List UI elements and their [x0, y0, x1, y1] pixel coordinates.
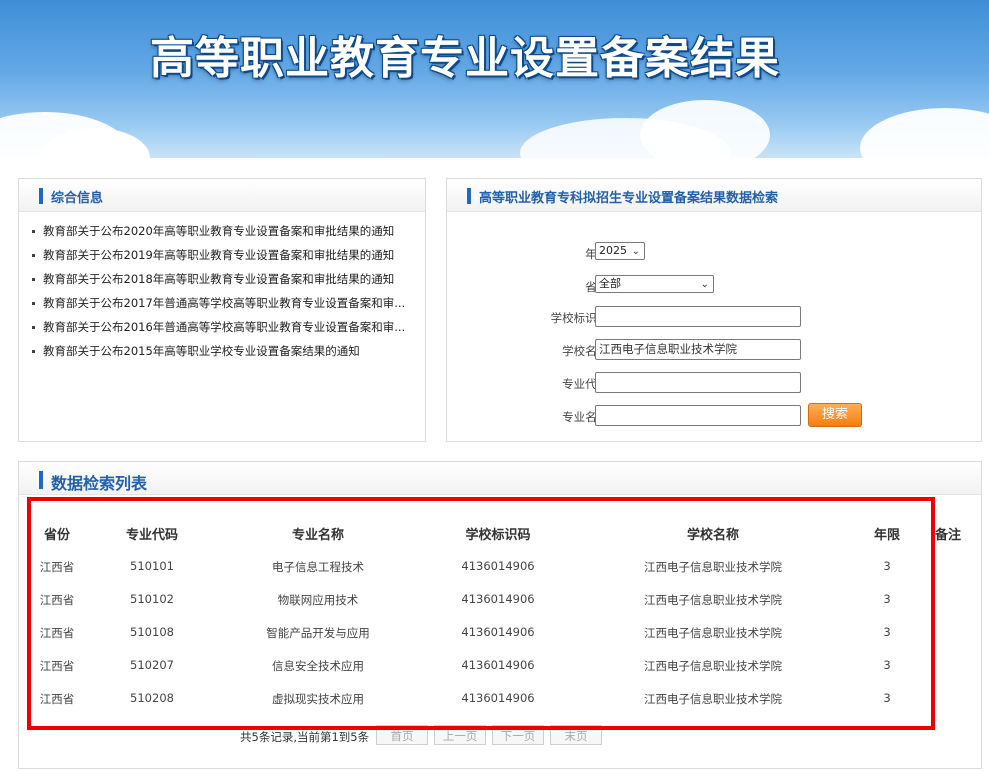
cell-major-name: 物联网应用技术 — [277, 593, 359, 607]
first-page-button[interactable]: 首页 — [376, 725, 428, 745]
year-row: 年份: 2025 ⌄ — [447, 242, 989, 266]
news-panel-header: 综合信息 — [19, 179, 425, 212]
table-row: 江西省 510208 虚拟现实技术应用 4136014906 江西电子信息职业技… — [25, 691, 965, 709]
news-panel: 综合信息 教育部关于公布2020年高等职业教育专业设置备案和审批结果的通知 教育… — [18, 178, 426, 442]
column-header-remarks: 备注 — [934, 528, 962, 543]
cell-years: 3 — [883, 559, 891, 573]
section-marker — [39, 471, 43, 489]
news-link[interactable]: 教育部关于公布2020年高等职业教育专业设置备案和审批结果的通知 — [43, 224, 394, 238]
cell-province: 江西省 — [39, 593, 75, 607]
column-header-major-code: 专业代码 — [125, 528, 179, 543]
search-panel-header: 高等职业教育专科拟招生专业设置备案结果数据检索 — [447, 179, 981, 212]
news-item[interactable]: 教育部关于公布2015年高等职业学校专业设置备案结果的通知 — [31, 339, 419, 363]
cell-major-name: 信息安全技术应用 — [272, 659, 364, 673]
column-header-major-name: 专业名称 — [291, 528, 345, 543]
news-link[interactable]: 教育部关于公布2019年高等职业教育专业设置备案和审批结果的通知 — [43, 248, 394, 262]
cell-school-code: 4136014906 — [461, 625, 535, 639]
chevron-down-icon: ⌄ — [700, 279, 709, 290]
table-row: 江西省 510102 物联网应用技术 4136014906 江西电子信息职业技术… — [25, 592, 965, 610]
major-code-row: 专业代码: — [447, 372, 989, 396]
cell-major-code: 510208 — [130, 691, 174, 705]
cell-province: 江西省 — [39, 692, 75, 706]
table-header: 省份 专业代码 专业名称 学校标识码 学校名称 年限 备注 — [25, 524, 965, 543]
news-item[interactable]: 教育部关于公布2020年高等职业教育专业设置备案和审批结果的通知 — [31, 219, 419, 243]
column-header-school-name: 学校名称 — [686, 528, 740, 543]
province-row: 省份: 全部 ⌄ — [447, 275, 989, 299]
cell-major-code: 510108 — [130, 625, 174, 639]
chevron-down-icon: ⌄ — [631, 246, 640, 257]
table-row: 江西省 510108 智能产品开发与应用 4136014906 江西电子信息职业… — [25, 625, 965, 643]
cell-years: 3 — [883, 592, 891, 606]
prev-page-button[interactable]: 上一页 — [434, 725, 486, 745]
results-panel-title: 数据检索列表 — [51, 474, 148, 493]
search-panel-title: 高等职业教育专科拟招生专业设置备案结果数据检索 — [479, 191, 779, 206]
cell-major-code: 510102 — [130, 592, 174, 606]
news-item[interactable]: 教育部关于公布2018年高等职业教育专业设置备案和审批结果的通知 — [31, 267, 419, 291]
cell-years: 3 — [883, 658, 891, 672]
cell-major-name: 智能产品开发与应用 — [266, 626, 370, 640]
news-link[interactable]: 教育部关于公布2015年高等职业学校专业设置备案结果的通知 — [43, 344, 360, 358]
cloud-decoration — [860, 108, 989, 158]
cell-school-name: 江西电子信息职业技术学院 — [644, 692, 782, 706]
cell-school-name: 江西电子信息职业技术学院 — [644, 659, 782, 673]
results-panel-header: 数据检索列表 — [19, 462, 981, 495]
cell-province: 江西省 — [39, 659, 75, 673]
next-page-button[interactable]: 下一页 — [492, 725, 544, 745]
column-header-school-code: 学校标识码 — [465, 528, 531, 543]
school-code-input[interactable] — [595, 306, 801, 327]
header-banner: 高等职业教育专业设置备案结果 — [0, 0, 989, 158]
news-item[interactable]: 教育部关于公布2016年普通高等学校高等职业教育专业设置备案和审... — [31, 315, 419, 339]
section-marker — [39, 188, 43, 204]
column-header-years: 年限 — [873, 528, 901, 543]
cell-school-code: 4136014906 — [461, 691, 535, 705]
column-header-province: 省份 — [43, 528, 71, 543]
cell-years: 3 — [883, 691, 891, 705]
table-row: 江西省 510207 信息安全技术应用 4136014906 江西电子信息职业技… — [25, 658, 965, 676]
school-name-row: 学校名称: 江西电子信息职业技术学院 — [447, 339, 989, 363]
cell-school-name: 江西电子信息职业技术学院 — [644, 560, 782, 574]
cell-school-name: 江西电子信息职业技术学院 — [644, 593, 782, 607]
province-select[interactable]: 全部 ⌄ — [595, 275, 714, 293]
cell-years: 3 — [883, 625, 891, 639]
news-item[interactable]: 教育部关于公布2017年普通高等学校高等职业教育专业设置备案和审... — [31, 291, 419, 315]
news-link[interactable]: 教育部关于公布2016年普通高等学校高等职业教育专业设置备案和审... — [43, 320, 405, 334]
cell-major-code: 510101 — [130, 559, 174, 573]
major-name-input[interactable] — [595, 405, 801, 426]
cell-school-code: 4136014906 — [461, 559, 535, 573]
news-list: 教育部关于公布2020年高等职业教育专业设置备案和审批结果的通知 教育部关于公布… — [31, 219, 419, 363]
results-panel: 数据检索列表 — [18, 461, 982, 769]
major-code-input[interactable] — [595, 372, 801, 393]
page-title: 高等职业教育专业设置备案结果 — [150, 33, 780, 84]
cell-province: 江西省 — [39, 560, 75, 574]
year-select[interactable]: 2025 ⌄ — [595, 242, 645, 260]
search-button[interactable]: 搜索 — [808, 403, 862, 427]
news-item[interactable]: 教育部关于公布2019年高等职业教育专业设置备案和审批结果的通知 — [31, 243, 419, 267]
province-value: 全部 — [599, 277, 621, 290]
pagination: 共5条记录,当前第1到5条 首页 上一页 下一页 末页 — [240, 725, 640, 747]
news-link[interactable]: 教育部关于公布2017年普通高等学校高等职业教育专业设置备案和审... — [43, 296, 405, 310]
year-value: 2025 — [599, 244, 627, 257]
cell-major-name: 电子信息工程技术 — [272, 560, 364, 574]
search-panel: 高等职业教育专科拟招生专业设置备案结果数据检索 年份: 2025 ⌄ 省份: 全… — [446, 178, 982, 442]
pagination-info: 共5条记录,当前第1到5条 — [240, 730, 370, 744]
cell-school-code: 4136014906 — [461, 658, 535, 672]
cell-major-name: 虚拟现实技术应用 — [272, 692, 364, 706]
last-page-button[interactable]: 末页 — [550, 725, 602, 745]
news-link[interactable]: 教育部关于公布2018年高等职业教育专业设置备案和审批结果的通知 — [43, 272, 394, 286]
news-panel-title: 综合信息 — [51, 191, 104, 206]
table-row: 江西省 510101 电子信息工程技术 4136014906 江西电子信息职业技… — [25, 559, 965, 577]
major-name-row: 专业名称: 搜索 — [447, 403, 989, 429]
cell-school-name: 江西电子信息职业技术学院 — [644, 626, 782, 640]
cell-province: 江西省 — [39, 626, 75, 640]
cell-major-code: 510207 — [130, 658, 174, 672]
school-code-row: 学校标识码: — [447, 306, 989, 330]
cloud-decoration — [640, 100, 770, 158]
section-marker — [467, 188, 471, 204]
cell-school-code: 4136014906 — [461, 592, 535, 606]
school-name-input[interactable]: 江西电子信息职业技术学院 — [595, 339, 801, 360]
